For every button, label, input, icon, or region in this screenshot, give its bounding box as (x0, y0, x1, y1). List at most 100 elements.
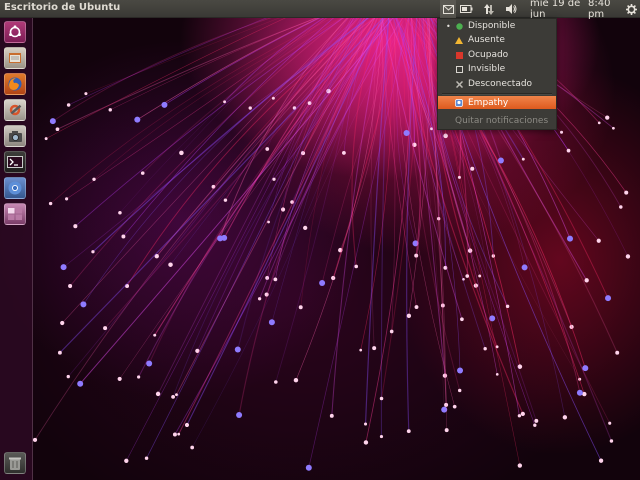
terminal-icon[interactable] (4, 151, 26, 173)
chromium-icon[interactable] (4, 177, 26, 199)
busy-square-icon (455, 51, 463, 59)
wallpaper-fiber-tip (444, 428, 449, 433)
wallpaper-fiber-tip (505, 304, 510, 309)
wallpaper-fiber-tip (274, 380, 278, 384)
status-item-ausente[interactable]: Ausente (438, 33, 556, 47)
wallpaper-fiber-tip (49, 118, 56, 125)
wallpaper-fiber (191, 0, 382, 448)
wallpaper-fiber-tip (478, 274, 482, 278)
wallpaper-fiber-tip (57, 350, 62, 355)
wallpaper-fiber-tip (624, 190, 629, 195)
wallpaper-fiber-tip (598, 458, 604, 463)
invisible-square-icon (455, 65, 463, 73)
wallpaper-fiber-tip (582, 365, 589, 372)
status-item-invisible[interactable]: Invisible (438, 62, 556, 76)
wallpaper-fiber-tip (363, 422, 368, 426)
wallpaper-fiber-tip (457, 175, 461, 179)
wallpaper-fiber-tip (171, 394, 175, 399)
status-item-label: Ausente (468, 35, 505, 45)
wallpaper-fiber-tip (605, 295, 612, 302)
wallpaper-fiber-tip (190, 445, 195, 450)
wallpaper-fiber-tip (137, 375, 141, 379)
wallpaper-fiber-tip (457, 367, 464, 374)
wallpaper-fiber-tip (298, 305, 303, 310)
date-indicator[interactable]: mié 19 de jun (530, 0, 586, 20)
clock-indicator[interactable]: 8:40 pm (588, 0, 620, 20)
wallpaper-fiber-tip (124, 458, 129, 463)
wallpaper-fiber-tip (73, 224, 78, 229)
wallpaper-fiber-tip (84, 92, 88, 96)
wallpaper-fiber-tip (144, 456, 149, 460)
status-item-desconectado[interactable]: Desconectado (438, 77, 556, 91)
wallpaper-fiber-tip (223, 198, 228, 202)
gear-icon[interactable] (624, 0, 638, 18)
wallpaper-fiber-tip (521, 157, 525, 161)
camera-icon[interactable] (4, 125, 26, 147)
workspace-switcher-icon[interactable] (4, 203, 26, 225)
wallpaper-fiber-tip (389, 329, 394, 334)
wallpaper-fiber-tip (363, 440, 369, 445)
clear-notifications-label: Quitar notificaciones (455, 116, 549, 126)
wallpaper-fiber-tip (458, 388, 462, 393)
wallpaper-fiber-tip (372, 346, 377, 351)
wallpaper-fiber-tip (609, 439, 614, 443)
wallpaper-fiber-tip (153, 333, 157, 337)
volume-icon[interactable] (504, 0, 518, 18)
status-item-ocupado[interactable]: Ocupado (438, 48, 556, 62)
empathy-menu-item[interactable]: Empathy (438, 96, 556, 109)
away-triangle-icon (455, 36, 463, 44)
trash-icon[interactable] (4, 452, 26, 474)
status-item-label: Invisible (468, 64, 506, 74)
wallpaper-fiber-tip (517, 414, 522, 418)
wallpaper-fiber-tip (92, 177, 96, 181)
wallpaper-fiber-tip (533, 423, 537, 427)
wallpaper-fiber-tip (134, 116, 141, 123)
wallpaper-fiber-tip (65, 197, 69, 201)
system-settings-icon[interactable] (4, 99, 26, 121)
wallpaper-fiber-tip (520, 411, 525, 416)
wallpaper-fiber-tip (303, 225, 308, 230)
wallpaper-fiber-tip (341, 150, 346, 155)
wallpaper-fiber-tip (406, 313, 412, 318)
wallpaper-fiber-tip (177, 432, 181, 436)
wallpaper-fiber (138, 0, 404, 378)
status-menu: • Disponible Ausente Ocupado Invisible D… (437, 18, 557, 130)
selected-bullet: • (446, 21, 451, 31)
wallpaper-fiber-tip (217, 235, 224, 242)
status-item-label: Desconectado (468, 79, 533, 89)
empathy-label: Empathy (468, 97, 509, 108)
wallpaper-fiber-tip (560, 130, 564, 134)
wallpaper-fiber-tip (615, 350, 620, 355)
wallpaper-fiber-tip (32, 437, 38, 442)
mail-icon[interactable] (440, 0, 456, 18)
launcher (0, 18, 33, 480)
status-item-disponible[interactable]: • Disponible (438, 19, 556, 33)
wallpaper-fiber-tip (597, 121, 601, 125)
wallpaper-fiber-tip (608, 421, 612, 425)
wallpaper-fiber-tip (576, 389, 583, 396)
wallpaper-fiber (67, 0, 362, 377)
wallpaper-fiber-tip (305, 464, 312, 471)
wallpaper-fiber-tip (584, 278, 589, 283)
wallpaper-fiber-tip (403, 129, 410, 136)
wallpaper-fiber-tip (483, 346, 487, 351)
wallpaper-fiber (381, 0, 423, 399)
wallpaper-fiber-tip (567, 235, 574, 242)
wallpaper-fiber-tip (379, 396, 384, 401)
firefox-icon[interactable] (4, 73, 26, 95)
wallpaper-fiber-tip (257, 297, 262, 301)
battery-icon[interactable] (458, 0, 474, 18)
wallpaper-fiber-tip (80, 301, 87, 308)
wallpaper-fiber-tip (354, 264, 359, 269)
dash-home-icon[interactable] (4, 21, 26, 43)
empathy-icon (455, 98, 463, 107)
wallpaper-fiber-tip (359, 348, 363, 352)
wallpaper-fiber-tip (155, 391, 161, 397)
clear-notifications-item[interactable]: Quitar notificaciones (438, 114, 556, 128)
files-icon[interactable] (4, 47, 26, 69)
network-icon[interactable] (482, 0, 496, 18)
status-item-label: Disponible (468, 21, 516, 31)
wallpaper-fiber (62, 0, 367, 324)
wallpaper-fiber-tip (414, 305, 419, 309)
wallpaper-fiber-tip (452, 404, 457, 409)
